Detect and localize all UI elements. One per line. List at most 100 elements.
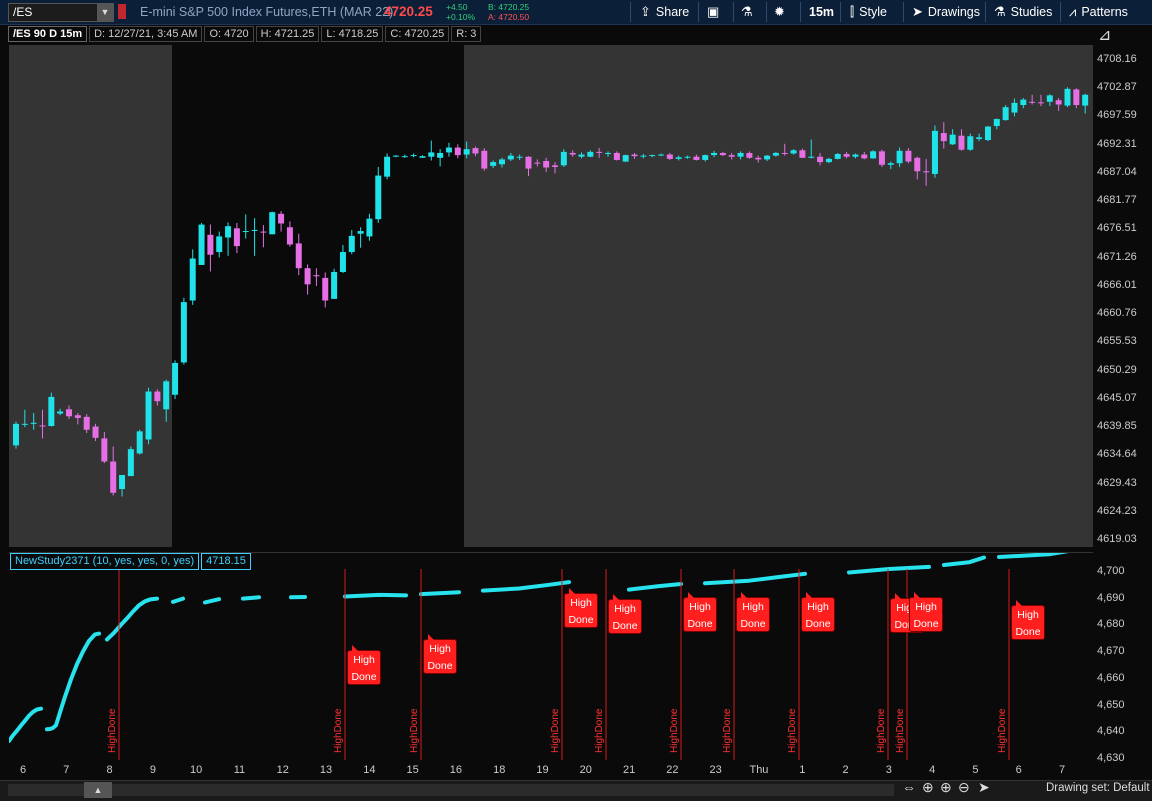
candle-body <box>13 424 19 446</box>
collapse-icon[interactable]: ⊿ <box>1098 25 1111 45</box>
high-done-marker[interactable]: HighDone <box>423 639 457 674</box>
candle <box>685 156 691 159</box>
candle <box>1064 87 1070 107</box>
price-tick-label: 4671.26 <box>1097 251 1137 263</box>
crosshair-icon[interactable]: ⊕ <box>922 779 934 796</box>
candle-body <box>967 136 973 149</box>
candle <box>1038 95 1044 106</box>
share-button[interactable]: ⇪ Share <box>640 4 689 20</box>
candle <box>446 143 452 157</box>
study-line-segment <box>629 584 681 590</box>
style-label: Style <box>859 5 887 19</box>
candle-body <box>614 153 620 160</box>
high-done-vertical-label: HighDone <box>997 709 1008 753</box>
candle-body <box>322 278 328 301</box>
drawings-button[interactable]: ➤ Drawings <box>912 4 980 20</box>
high-done-marker[interactable]: HighDone <box>1011 605 1045 640</box>
settings-button[interactable]: ✹ <box>774 4 785 20</box>
candle <box>331 269 337 299</box>
marker-line1: High <box>684 599 716 616</box>
zoom-in-icon[interactable]: ⊕ <box>940 779 952 796</box>
marker-line1: High <box>609 601 641 618</box>
expand-horizontal-icon[interactable]: ⇔ <box>902 779 916 795</box>
price-axis[interactable]: 4708.164702.874697.594692.314687.044681.… <box>1093 45 1152 547</box>
time-tick-label: 14 <box>363 764 375 776</box>
symbol-period[interactable]: /ES 90 D 15m <box>8 26 87 42</box>
study-line-segment <box>205 599 219 602</box>
candle <box>234 223 240 253</box>
high-done-marker[interactable]: HighDone <box>909 597 943 632</box>
time-tick-label: 23 <box>710 764 722 776</box>
candle-body <box>534 163 540 164</box>
chevron-down-icon[interactable]: ▼ <box>97 4 113 21</box>
high-done-vertical-label: HighDone <box>669 709 680 753</box>
candle-body <box>437 153 443 158</box>
high-done-marker[interactable]: HighDone <box>608 599 642 634</box>
high-done-marker[interactable]: HighDone <box>683 597 717 632</box>
candle <box>464 142 470 159</box>
pointer-icon[interactable]: ➤ <box>978 779 990 796</box>
study-name[interactable]: NewStudy2371 (10, yes, yes, 0, yes) <box>10 553 199 570</box>
high-done-marker[interactable]: HighDone <box>347 650 381 685</box>
candle <box>764 155 770 161</box>
price-tick-label: 4697.59 <box>1097 109 1137 121</box>
study-label[interactable]: NewStudy2371 (10, yes, yes, 0, yes) 4718… <box>10 553 251 570</box>
candle-body <box>296 243 302 268</box>
time-tick-label: 13 <box>320 764 332 776</box>
high-done-marker[interactable]: HighDone <box>564 593 598 628</box>
high-done-vertical-label: HighDone <box>876 709 887 753</box>
time-tick-label: 3 <box>886 764 892 776</box>
time-tick-label: 2 <box>842 764 848 776</box>
chart-settings-icon: ▣ <box>707 4 719 20</box>
candle <box>101 432 107 463</box>
candle <box>914 157 920 180</box>
high-done-marker[interactable]: HighDone <box>801 597 835 632</box>
timeframe-button[interactable]: 15m <box>809 4 834 20</box>
patterns-button[interactable]: ⩘ Patterns <box>1069 4 1128 20</box>
symbol-selector[interactable]: /ES ▼ <box>8 3 114 22</box>
marker-line1: High <box>1012 607 1044 624</box>
time-tick-label: 10 <box>190 764 202 776</box>
candle-body <box>57 411 63 413</box>
candle <box>1003 105 1009 121</box>
scrollbar-thumb[interactable]: ▲ <box>84 782 112 798</box>
study-pane[interactable]: HighDone HighDone HighDone HighDone HighDone… <box>9 552 1093 761</box>
symbol-input[interactable]: /ES <box>13 5 32 19</box>
toolbar-divider <box>903 2 904 22</box>
chart-settings-button[interactable]: ▣ <box>707 4 719 20</box>
candle <box>605 151 611 156</box>
link-color-marker[interactable] <box>118 4 126 19</box>
study-line-segment <box>47 634 99 730</box>
price-chart-pane[interactable] <box>9 45 1093 547</box>
zoom-out-icon[interactable]: ⊖ <box>958 779 970 796</box>
last-price: 4720.25 <box>384 4 433 19</box>
price-tick-label: 4655.53 <box>1097 335 1137 347</box>
study-line-segment <box>9 709 41 741</box>
candle <box>66 406 72 419</box>
drawing-set-selector[interactable]: Drawing set: Default <box>1046 782 1150 794</box>
candle <box>252 218 258 256</box>
candle <box>570 150 576 156</box>
toolbar-divider <box>766 2 767 22</box>
study-axis[interactable]: 4,7004,6904,6804,6704,6604,6504,6404,630 <box>1093 552 1152 760</box>
studies-label: Studies <box>1011 5 1053 19</box>
candle-body <box>508 156 514 160</box>
timeframe-label: 15m <box>809 5 834 19</box>
candle <box>702 155 708 162</box>
candle <box>137 430 143 455</box>
time-tick-label: Thu <box>749 764 768 776</box>
bar-close: C: 4720.25 <box>385 26 449 42</box>
candlestick-icon: ⫿ <box>850 4 854 20</box>
candle-body <box>446 148 452 153</box>
candle <box>552 162 558 173</box>
style-button[interactable]: ⫿ Style <box>850 4 887 20</box>
studies-button[interactable]: ⚗ Studies <box>994 4 1052 20</box>
candle-body <box>75 415 81 418</box>
horizontal-scrollbar[interactable] <box>8 784 894 796</box>
candle-body <box>93 427 99 438</box>
high-done-marker[interactable]: HighDone <box>736 597 770 632</box>
candle <box>225 222 231 255</box>
toolbar-divider <box>840 2 841 22</box>
flask-button[interactable]: ⚗ <box>741 4 753 20</box>
time-axis[interactable]: 678910111213141516181920212223Thu1234567 <box>0 760 1093 780</box>
